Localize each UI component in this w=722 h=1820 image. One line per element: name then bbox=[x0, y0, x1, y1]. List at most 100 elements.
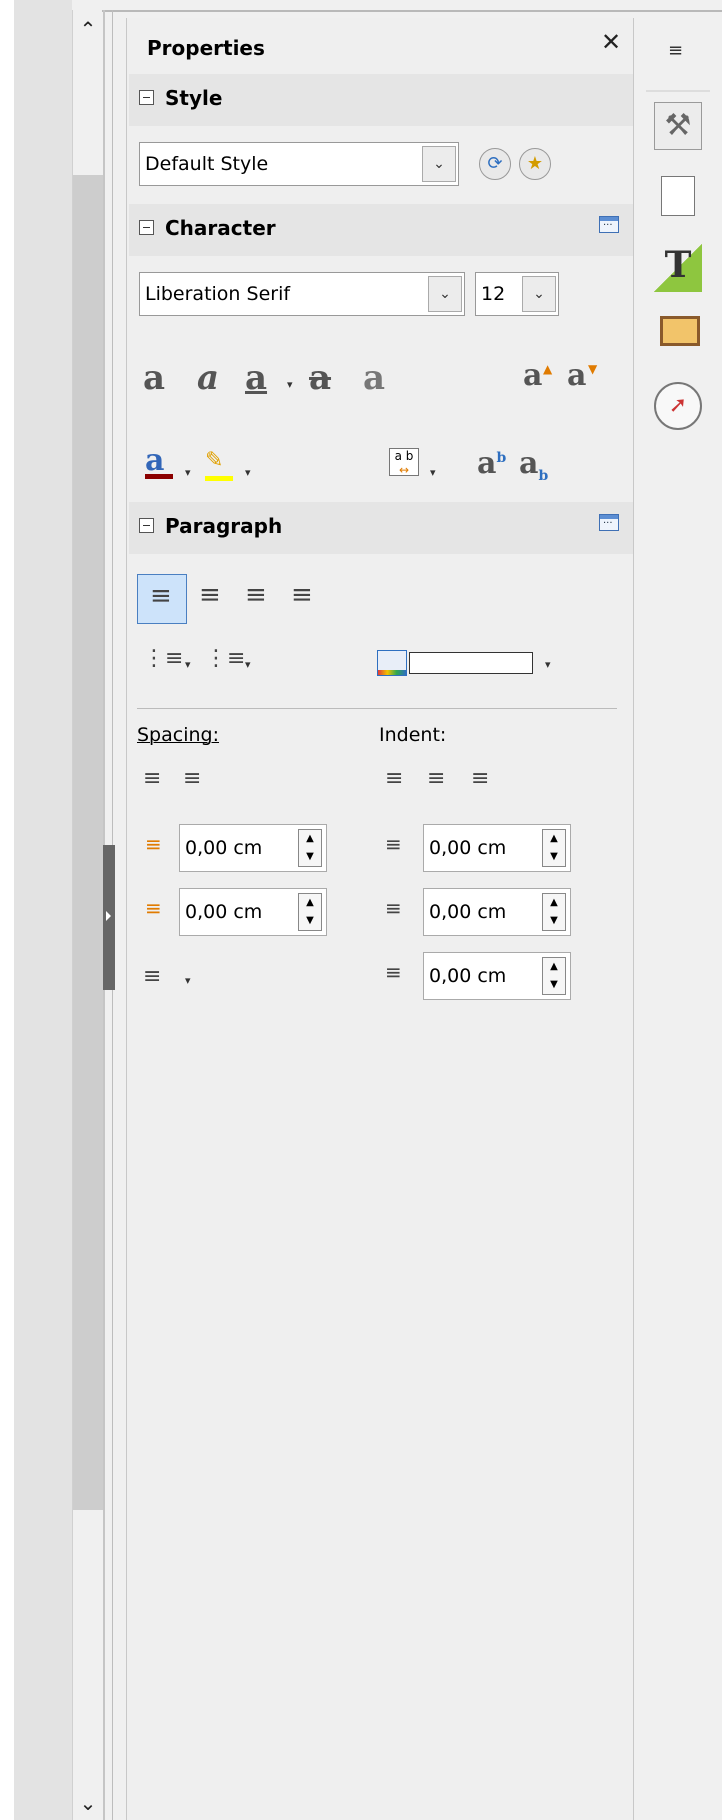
superscript-icon[interactable]: ab bbox=[477, 446, 506, 481]
style-section-header[interactable]: Style bbox=[129, 74, 633, 126]
character-section-header[interactable]: Character bbox=[129, 204, 633, 256]
character-spacing-dropdown-icon[interactable]: ▾ bbox=[430, 466, 436, 479]
align-left-icon: ≡ bbox=[150, 581, 172, 611]
below-spacing-icon: ≡ bbox=[145, 896, 162, 920]
collapse-style-icon[interactable] bbox=[139, 90, 154, 105]
character-section-title: Character bbox=[165, 216, 276, 240]
font-name-value: Liberation Serif bbox=[145, 283, 291, 305]
before-indent-value: 0,00 cm bbox=[429, 837, 507, 859]
before-indent-field[interactable]: 0,00 cm ▲ ▼ bbox=[423, 824, 571, 872]
vertical-scrollbar[interactable]: ⌃ ⌄ bbox=[72, 10, 103, 1820]
decrease-indent-icon[interactable]: ≡ bbox=[427, 766, 445, 791]
tabbar-separator bbox=[646, 90, 710, 92]
bullets-dropdown-icon[interactable]: ▾ bbox=[185, 658, 191, 671]
align-right-icon[interactable]: ≡ bbox=[245, 580, 267, 610]
paragraph-section-header[interactable]: Paragraph bbox=[129, 502, 633, 554]
scroll-up-icon[interactable]: ⌃ bbox=[73, 16, 103, 42]
before-indent-spinner[interactable]: ▲ ▼ bbox=[542, 829, 566, 867]
update-style-icon[interactable]: ⟳ bbox=[479, 148, 511, 180]
increase-size-icon[interactable]: a bbox=[523, 358, 542, 393]
after-indent-icon: ≡ bbox=[385, 896, 402, 920]
font-color-icon[interactable]: a bbox=[145, 446, 173, 479]
hanging-indent-icon[interactable]: ≡ bbox=[471, 766, 489, 791]
sidebar-menu-icon[interactable]: ≡ bbox=[668, 40, 683, 61]
spin-down-icon[interactable]: ▼ bbox=[299, 848, 321, 866]
font-color-dropdown-icon[interactable]: ▾ bbox=[185, 466, 191, 479]
first-line-indent-field[interactable]: 0,00 cm ▲ ▼ bbox=[423, 952, 571, 1000]
increase-paragraph-spacing-icon[interactable]: ≡ bbox=[143, 766, 161, 791]
increase-arrow-icon: ▲ bbox=[543, 362, 553, 376]
spin-up-icon[interactable]: ▲ bbox=[299, 894, 321, 912]
underline-dropdown-icon[interactable]: ▾ bbox=[287, 378, 293, 391]
spin-up-icon[interactable]: ▲ bbox=[543, 894, 565, 912]
align-justify-icon[interactable]: ≡ bbox=[291, 580, 313, 610]
sidebar-collapse-handle[interactable] bbox=[103, 845, 115, 990]
font-name-combo[interactable]: Liberation Serif ⌄ bbox=[139, 272, 465, 316]
spin-down-icon[interactable]: ▼ bbox=[543, 976, 565, 994]
new-style-icon[interactable]: ★ bbox=[519, 148, 551, 180]
separator bbox=[137, 708, 617, 709]
font-size-combo[interactable]: 12 ⌄ bbox=[475, 272, 559, 316]
numbering-dropdown-icon[interactable]: ▾ bbox=[245, 658, 251, 671]
spin-down-icon[interactable]: ▼ bbox=[543, 848, 565, 866]
highlighting-dropdown-icon[interactable]: ▾ bbox=[245, 466, 251, 479]
numbering-icon[interactable]: ⋮≡ bbox=[205, 646, 245, 671]
chevron-down-icon[interactable]: ⌄ bbox=[422, 146, 456, 182]
indent-label: Indent: bbox=[379, 724, 447, 746]
strikethrough-icon[interactable]: a bbox=[309, 358, 331, 398]
paragraph-background-dropdown-icon[interactable]: ▾ bbox=[545, 658, 551, 671]
chevron-down-icon[interactable]: ⌄ bbox=[428, 276, 462, 312]
paragraph-style-combo[interactable]: Default Style ⌄ bbox=[139, 142, 459, 186]
document-area bbox=[14, 0, 72, 1820]
increase-indent-icon[interactable]: ≡ bbox=[385, 766, 403, 791]
before-indent-icon: ≡ bbox=[385, 832, 402, 856]
scrollbar-thumb[interactable] bbox=[73, 175, 103, 1510]
gallery-icon[interactable] bbox=[656, 310, 704, 358]
line-spacing-icon[interactable]: ≡ bbox=[143, 964, 161, 989]
character-spacing-icon[interactable]: a b ↔ bbox=[389, 448, 419, 477]
after-indent-spinner[interactable]: ▲ ▼ bbox=[542, 893, 566, 931]
align-left-button[interactable]: ≡ bbox=[137, 574, 187, 624]
decrease-paragraph-spacing-icon[interactable]: ≡ bbox=[183, 766, 201, 791]
spin-down-icon[interactable]: ▼ bbox=[299, 912, 321, 930]
navigator-icon[interactable]: ➚ bbox=[654, 382, 702, 430]
bold-icon[interactable]: a bbox=[143, 358, 165, 398]
paragraph-background-color[interactable] bbox=[409, 652, 533, 674]
after-indent-field[interactable]: 0,00 cm ▲ ▼ bbox=[423, 888, 571, 936]
line-spacing-dropdown-icon[interactable]: ▾ bbox=[185, 974, 191, 987]
below-spacing-spinner[interactable]: ▲ ▼ bbox=[298, 893, 322, 931]
spin-up-icon[interactable]: ▲ bbox=[543, 958, 565, 976]
paragraph-section-title: Paragraph bbox=[165, 514, 283, 538]
subscript-icon[interactable]: ab bbox=[519, 446, 548, 484]
properties-panel: Properties ✕ Style Default Style ⌄ ⟳ ★ C… bbox=[126, 18, 634, 1820]
spin-up-icon[interactable]: ▲ bbox=[299, 830, 321, 848]
highlighting-icon[interactable]: ✎ bbox=[205, 450, 233, 481]
shadow-icon[interactable]: a bbox=[363, 358, 385, 398]
collapse-character-icon[interactable] bbox=[139, 220, 154, 235]
page-icon[interactable] bbox=[654, 172, 702, 220]
below-spacing-value: 0,00 cm bbox=[185, 901, 263, 923]
more-options-icon[interactable] bbox=[599, 216, 619, 233]
close-icon[interactable]: ✕ bbox=[601, 28, 621, 56]
underline-icon[interactable]: a bbox=[245, 358, 267, 398]
italic-icon[interactable]: a bbox=[197, 358, 219, 398]
first-line-indent-spinner[interactable]: ▲ ▼ bbox=[542, 957, 566, 995]
scroll-down-icon[interactable]: ⌄ bbox=[73, 1790, 103, 1816]
styles-icon[interactable]: T bbox=[654, 244, 702, 292]
chevron-down-icon[interactable]: ⌄ bbox=[522, 276, 556, 312]
above-spacing-icon: ≡ bbox=[145, 832, 162, 856]
more-options-icon[interactable] bbox=[599, 514, 619, 531]
properties-icon[interactable]: ⚒ bbox=[654, 102, 702, 150]
below-spacing-field[interactable]: 0,00 cm ▲ ▼ bbox=[179, 888, 327, 936]
paragraph-background-icon bbox=[377, 650, 407, 676]
collapse-paragraph-icon[interactable] bbox=[139, 518, 154, 533]
bullets-icon[interactable]: ⋮≡ bbox=[143, 646, 183, 671]
panel-title: Properties bbox=[147, 36, 265, 60]
above-spacing-spinner[interactable]: ▲ ▼ bbox=[298, 829, 322, 867]
spin-down-icon[interactable]: ▼ bbox=[543, 912, 565, 930]
above-spacing-field[interactable]: 0,00 cm ▲ ▼ bbox=[179, 824, 327, 872]
spin-up-icon[interactable]: ▲ bbox=[543, 830, 565, 848]
document-margin bbox=[0, 0, 14, 1820]
align-center-icon[interactable]: ≡ bbox=[199, 580, 221, 610]
decrease-size-icon[interactable]: a bbox=[567, 358, 586, 393]
